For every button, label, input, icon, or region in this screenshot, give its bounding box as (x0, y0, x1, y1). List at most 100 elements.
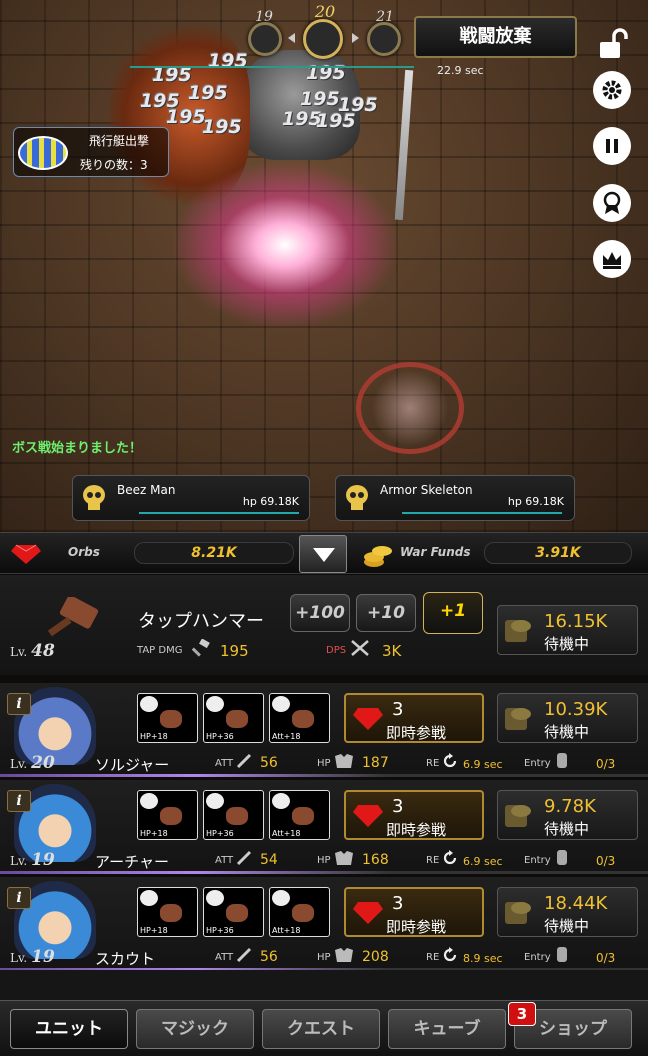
att-label: ATT (215, 952, 234, 963)
boss-plate[interactable]: Armor Skeleton hp 69.18K (335, 475, 575, 521)
equipment-bonus: HP+36 (206, 926, 234, 935)
equipment-item-icon (292, 710, 314, 728)
unit-info-button[interactable]: i (7, 693, 31, 715)
level-value: 48 (31, 641, 55, 661)
equipment-slot[interactable]: HP+18 (137, 693, 198, 743)
equipment-item-icon (226, 807, 248, 825)
unit-row: i HP+18 HP+36 Att+18 3 即時参戦 10.39K 待機中 Lv. 20 ソルジャ… (0, 683, 648, 777)
battle-scene[interactable]: 195 195 195 195 195 195 195 195 195 195 … (0, 0, 648, 532)
upgrade-bubble-icon (272, 696, 290, 712)
unit-row-partial (0, 970, 648, 1000)
att-label: ATT (215, 758, 234, 769)
skull-icon (83, 485, 105, 510)
equipment-slot[interactable]: HP+18 (137, 790, 198, 840)
equipment-slot[interactable]: HP+36 (203, 693, 264, 743)
upgrade-cost: 10.39K (544, 699, 608, 720)
equipment-slot[interactable]: HP+18 (137, 887, 198, 937)
respawn-label: RE (426, 855, 440, 866)
equipment-item-icon (160, 904, 182, 922)
tap-dmg-value: 195 (220, 642, 249, 660)
unit-name: アーチャー (95, 853, 169, 871)
unit-upgrade-button[interactable]: 10.39K 待機中 (497, 693, 638, 743)
hammer-upgrade-button[interactable]: 16.15K 待機中 (497, 605, 638, 655)
battle-timer: 22.9 sec (437, 64, 484, 77)
medal-icon[interactable] (593, 184, 631, 222)
armor-icon (335, 851, 353, 865)
tab-magic[interactable]: マジック (136, 1009, 254, 1049)
att-value: 56 (260, 949, 278, 965)
tab-unit[interactable]: ユニット (10, 1009, 128, 1049)
hp-label: HP (317, 758, 331, 769)
hammer-icon (47, 597, 99, 637)
gear-icon[interactable] (593, 71, 631, 109)
red-gem-icon (353, 805, 383, 827)
unit-upgrade-button[interactable]: 18.44K 待機中 (497, 887, 638, 937)
join-label: 即時参戦 (386, 724, 447, 742)
unit-info-button[interactable]: i (7, 887, 31, 909)
armor-icon (335, 754, 353, 768)
equipment-item-icon (292, 807, 314, 825)
entry-value: 0/3 (596, 757, 616, 771)
airship-strike-panel[interactable]: 飛行艇出撃 残りの数：3 (13, 127, 169, 177)
equipment-bonus: Att+18 (272, 829, 301, 838)
equipment-slot[interactable]: HP+36 (203, 790, 264, 840)
instant-join-button[interactable]: 3 即時参戦 (344, 887, 484, 937)
level-prefix: Lv. (10, 757, 28, 771)
red-gem-icon (353, 708, 383, 730)
upgrade-plus-10-button[interactable]: +10 (356, 594, 416, 632)
join-orb-cost: 3 (392, 893, 404, 914)
equipment-item-icon (226, 904, 248, 922)
crown-icon[interactable] (593, 240, 631, 278)
tab-quest[interactable]: クエスト (262, 1009, 380, 1049)
give-up-battle-button[interactable]: 戦闘放棄 (414, 16, 577, 58)
upgrade-plus-1-button[interactable]: +1 (423, 592, 483, 634)
upgrade-status: 待機中 (544, 723, 590, 741)
sword-icon (236, 850, 252, 866)
equipment-item-icon (160, 710, 182, 728)
tab-cube[interactable]: キューブ (388, 1009, 506, 1049)
equipment-slot[interactable]: HP+36 (203, 887, 264, 937)
upgrade-bubble-icon (272, 890, 290, 906)
unit-name: ソルジャー (95, 756, 170, 774)
boss-hp-bar (402, 512, 562, 514)
upgrade-plus-100-button[interactable]: +100 (290, 594, 350, 632)
equipment-item-icon (226, 710, 248, 728)
equipment-bonus: Att+18 (272, 926, 301, 935)
upgrade-bubble-icon (140, 793, 158, 809)
boss-sword-sprite (394, 69, 414, 221)
boss-hp: hp 69.18K (242, 495, 299, 508)
instant-join-button[interactable]: 3 即時参戦 (344, 790, 484, 840)
armor-icon (335, 948, 353, 962)
barrel-icon (557, 753, 567, 768)
boss-plate[interactable]: Beez Man hp 69.18K (72, 475, 310, 521)
unit-info-button[interactable]: i (7, 790, 31, 812)
collapse-panel-button[interactable] (299, 535, 347, 573)
equipment-bonus: Att+18 (272, 732, 301, 741)
level-value: 19 (31, 850, 55, 870)
upgrade-status: 待機中 (544, 917, 590, 935)
unit-row: i HP+18 HP+36 Att+18 3 即時参戦 18.44K 待機中 Lv. 19 スカウト… (0, 877, 648, 971)
damage-number: 195 (166, 106, 206, 128)
wave-timer-bar (130, 66, 414, 68)
unit-row: i HP+18 HP+36 Att+18 3 即時参戦 9.78K 待機中 Lv. 19 アーチャー… (0, 780, 648, 874)
orbs-label: Orbs (68, 545, 100, 559)
orbs-value: 8.21K (134, 542, 294, 564)
instant-join-button[interactable]: 3 即時参戦 (344, 693, 484, 743)
pause-icon[interactable] (593, 127, 631, 165)
level-prefix: Lv. (10, 854, 28, 868)
entry-label: Entry (524, 855, 551, 866)
equipment-slot[interactable]: Att+18 (269, 693, 330, 743)
entry-value: 0/3 (596, 951, 616, 965)
equipment-slot[interactable]: Att+18 (269, 887, 330, 937)
lock-open-icon[interactable] (596, 28, 630, 60)
equipment-bonus: HP+18 (140, 926, 168, 935)
hammer-small-icon (192, 639, 210, 657)
unit-upgrade-button[interactable]: 9.78K 待機中 (497, 790, 638, 840)
shop-notification-badge: 3 (508, 1002, 536, 1026)
upgrade-bubble-icon (206, 696, 224, 712)
equipment-slot[interactable]: Att+18 (269, 790, 330, 840)
respawn-label: RE (426, 952, 440, 963)
gold-coins-icon (505, 620, 531, 642)
join-orb-cost: 3 (392, 699, 404, 720)
level-prefix: Lv. (10, 951, 28, 965)
